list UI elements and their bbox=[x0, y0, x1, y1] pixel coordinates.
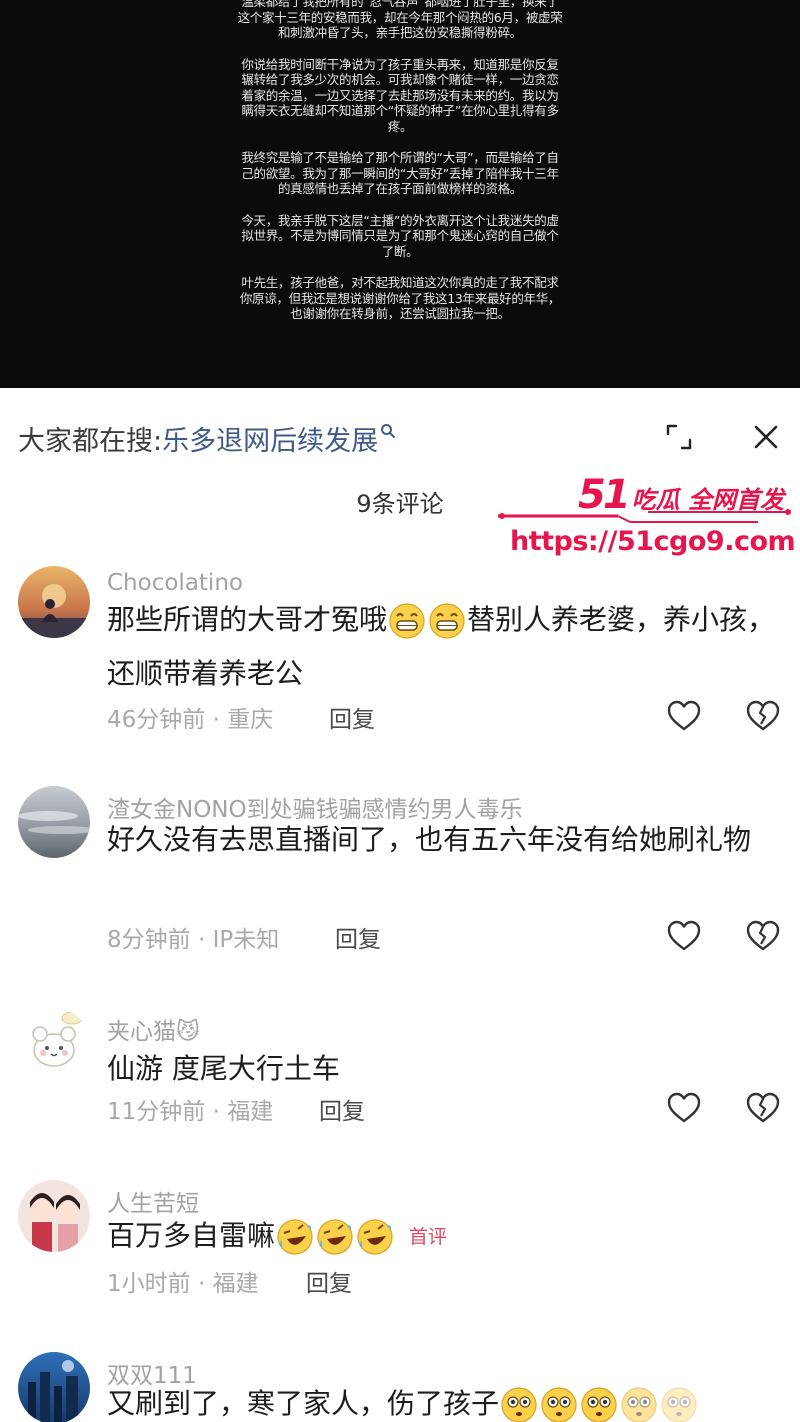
comment-text: 又刷到了，寒了家人，伤了孩子 bbox=[107, 1382, 777, 1422]
video-text-block: 温柔都给了我把所有的“忍气吞声”都咽进了肚子里，换来了这个家十三年的安稳而我，却… bbox=[236, 0, 564, 338]
search-icon bbox=[381, 424, 396, 438]
comment-meta: 1小时前 · 福建 bbox=[107, 1271, 259, 1297]
first-comment-badge: 首评 bbox=[409, 1226, 448, 1248]
comment-text: 仙游 度尾大行土车 bbox=[107, 1052, 340, 1085]
flushed-emoji-icon bbox=[580, 1386, 618, 1422]
comment-sheet: 大家都在搜: 乐多退网后续发展 9条评论 51 吃瓜 全网首发 https://5… bbox=[0, 388, 800, 1422]
video-paragraph: 叶先生，孩子他爸，对不起我知道这次你真的走了我不配求你原谅，但我还是想说谢谢你给… bbox=[239, 275, 561, 321]
search-prefix: 大家都在搜: bbox=[18, 425, 163, 457]
comment-item: 渣女金NONO到处骗钱骗感情约男人毒乐 好久没有去思直播间了，也有五六年没有给她… bbox=[0, 786, 800, 986]
watermark-url: https://51cgo9.com bbox=[510, 526, 796, 557]
comment-item: Chocolatino 那些所谓的大哥才冤哦 替别人养老婆，养小孩，还顺带着养老公… bbox=[0, 566, 800, 766]
search-term[interactable]: 乐多退网后续发展 bbox=[162, 419, 378, 458]
comment-username[interactable]: 人生苦短 bbox=[107, 1184, 199, 1218]
flushed-emoji-icon bbox=[500, 1386, 538, 1422]
broken-heart-icon[interactable] bbox=[746, 700, 780, 732]
watermark-lines bbox=[498, 509, 791, 523]
video-paragraph: 温柔都给了我把所有的“忍气吞声”都咽进了肚子里，换来了这个家十三年的安稳而我，却… bbox=[237, 0, 563, 40]
trending-search-link[interactable]: 大家都在搜: 乐多退网后续发展 bbox=[18, 418, 396, 458]
grin-emoji-icon bbox=[388, 602, 426, 640]
comment-text-part: 那些所谓的大哥才冤哦 bbox=[107, 603, 388, 636]
broken-heart-icon[interactable] bbox=[746, 1092, 780, 1124]
comment-text: 好久没有去思直播间了，也有五六年没有给她刷礼物 bbox=[107, 823, 752, 856]
flushed-emoji-icon bbox=[620, 1386, 658, 1422]
comment-meta: 46分钟前 · 重庆 bbox=[107, 707, 274, 733]
video-paragraph: 我终究是输了不是输给了那个所谓的“大哥”，而是输给了自己的欲望。我为了那一瞬间的… bbox=[241, 150, 559, 196]
comment-item: 人生苦短 百万多自雷嘛 首评 1小时前 · 福建 回复 bbox=[0, 1180, 800, 1320]
watermark: 51 吃瓜 全网首发 https://51cgo9.com bbox=[498, 466, 798, 566]
comment-text: 百万多自雷嘛 首评 bbox=[107, 1214, 777, 1259]
video-player[interactable]: 温柔都给了我把所有的“忍气吞声”都咽进了肚子里，换来了这个家十三年的安稳而我，却… bbox=[0, 0, 800, 388]
video-paragraph: 今天，我亲手脱下这层“主播”的外衣离开这个让我迷失的虚拟世界。不是为博同情只是为… bbox=[241, 212, 559, 259]
comment-meta: 11分钟前 · 福建 bbox=[107, 1099, 274, 1125]
reply-button[interactable]: 回复 bbox=[335, 920, 381, 954]
flushed-emoji-icon bbox=[660, 1386, 698, 1422]
broken-heart-icon[interactable] bbox=[746, 920, 780, 952]
avatar[interactable] bbox=[18, 1008, 90, 1080]
avatar[interactable] bbox=[18, 1352, 90, 1422]
comment-meta: 8分钟前 · IP未知 bbox=[107, 927, 280, 953]
comment-text-part: 又刷到了，寒了家人，伤了孩子 bbox=[107, 1387, 500, 1420]
heart-icon[interactable] bbox=[667, 700, 701, 732]
comment-item: 夹心猫😼 仙游 度尾大行土车 11分钟前 · 福建 回复 bbox=[0, 1008, 800, 1148]
avatar[interactable] bbox=[18, 566, 90, 638]
grin-emoji-icon bbox=[428, 602, 466, 640]
avatar[interactable] bbox=[18, 1180, 90, 1252]
expand-icon[interactable] bbox=[664, 422, 694, 452]
comment-text-part: 百万多自雷嘛 bbox=[107, 1219, 276, 1252]
video-paragraph: 你说给我时间断干净说为了孩子重头再来，知道那是你反复辗转给了我多少次的机会。可我… bbox=[241, 56, 559, 134]
comment-item: 双双111 又刷到了，寒了家人，伤了孩子 bbox=[0, 1352, 800, 1422]
heart-icon[interactable] bbox=[667, 1092, 701, 1124]
avatar[interactable] bbox=[18, 786, 90, 858]
reply-button[interactable]: 回复 bbox=[306, 1264, 352, 1298]
laughing-emoji-icon bbox=[276, 1218, 314, 1256]
comment-text: 那些所谓的大哥才冤哦 替别人养老婆，养小孩，还顺带着养老公 bbox=[107, 593, 777, 701]
reply-button[interactable]: 回复 bbox=[329, 700, 375, 734]
close-icon[interactable] bbox=[750, 421, 782, 453]
laughing-emoji-icon bbox=[316, 1218, 354, 1256]
heart-icon[interactable] bbox=[667, 920, 701, 952]
reply-button[interactable]: 回复 bbox=[319, 1092, 365, 1126]
comment-username[interactable]: 夹心猫😼 bbox=[107, 1012, 200, 1046]
laughing-emoji-icon bbox=[356, 1218, 394, 1256]
flushed-emoji-icon bbox=[540, 1386, 578, 1422]
